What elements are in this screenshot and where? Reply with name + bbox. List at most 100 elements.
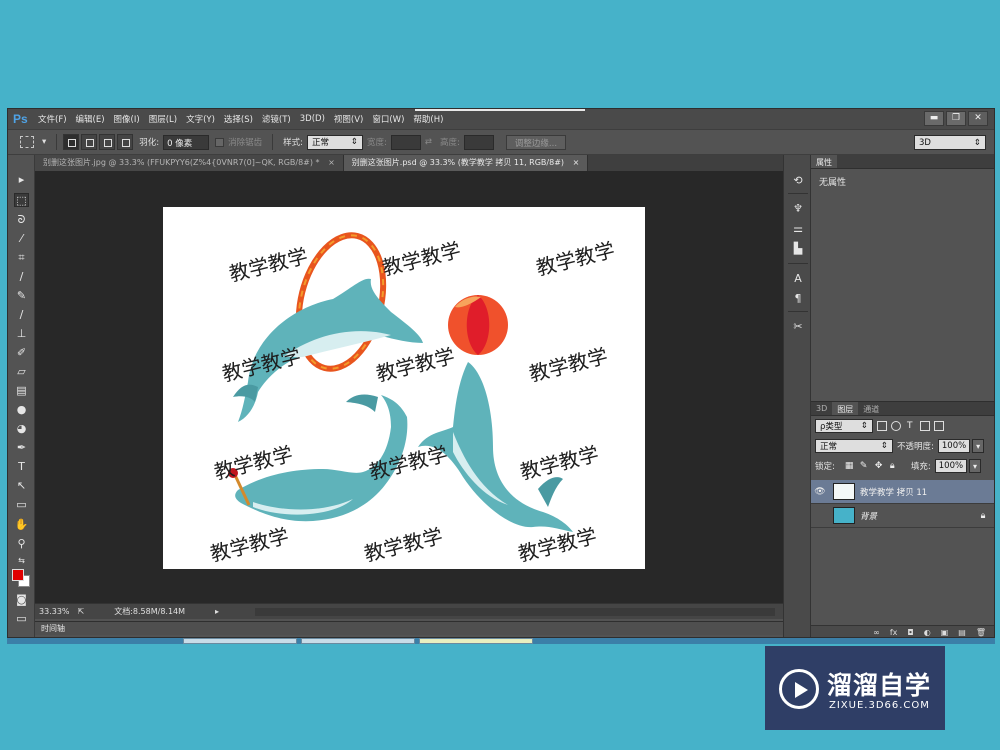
timeline-bar[interactable]: 时间轴 [35,621,783,635]
link-layers-icon[interactable]: ∞ [873,628,880,637]
brush-preset-icon[interactable]: ♆ [790,201,806,216]
menu-3d[interactable]: 3D(D) [300,114,325,124]
blur-tool-icon[interactable]: ● [14,403,29,417]
tab-layers[interactable]: 图层 [832,402,859,415]
intersect-selection-button[interactable] [117,134,134,150]
adjustments-icon[interactable]: ⚌ [790,221,806,236]
lock-transparent-icon[interactable]: ▦ [845,461,854,471]
foreground-color-swatch[interactable] [12,569,24,581]
minimize-button[interactable]: ▬ [924,111,944,126]
menu-select[interactable]: 选择(S) [224,113,253,125]
workspace-select[interactable]: 3D ⇕ [914,135,986,150]
paragraph-icon[interactable]: ¶ [790,291,806,306]
character-icon[interactable]: A [790,271,806,286]
document-canvas[interactable]: 教学教学 教学教学 教学教学 教学教学 教学教学 教学教学 教学教学 教学教学 … [163,207,645,569]
trash-icon[interactable]: 🗑 [976,628,986,637]
type-filter-icon[interactable]: T [907,421,916,431]
path-select-tool-icon[interactable]: ↖ [14,479,29,493]
doc-tab-psd[interactable]: 别删这张图片.psd @ 33.3% (教学教学 拷贝 11, RGB/8#) … [343,155,589,171]
add-mask-icon[interactable]: ◘ [907,628,913,637]
fill-input[interactable]: 100% [934,459,968,473]
zoom-tool-icon[interactable]: ⚲ [14,537,29,551]
swap-colors-icon[interactable]: ⇆ [14,554,29,568]
menu-image[interactable]: 图像(I) [114,113,140,125]
new-layer-icon[interactable]: ▤ [958,628,966,637]
marquee-tool-icon[interactable]: ⬚ [14,193,29,207]
zoom-level[interactable]: 33.33% [39,607,70,616]
lasso-tool-icon[interactable]: ᘐ [14,213,29,227]
hand-tool-icon[interactable]: ✋ [14,518,29,532]
adjustment-filter-icon[interactable] [891,421,901,431]
tab-close-icon[interactable]: × [573,158,580,167]
preset-chevron-down-icon[interactable]: ▾ [42,137,46,147]
clone-stamp-tool-icon[interactable]: ⊥ [14,327,29,341]
doc-info[interactable]: 文档:8.58M/8.14M [114,606,185,617]
quick-mask-icon[interactable]: ◙ [14,593,29,607]
subtract-selection-button[interactable] [99,134,116,150]
healing-brush-tool-icon[interactable]: ✎ [14,289,29,303]
history-brush-tool-icon[interactable]: ✐ [14,346,29,360]
crop-tool-icon[interactable]: ⌗ [14,251,29,265]
antialias-checkbox[interactable] [215,137,225,147]
screen-mode-icon[interactable]: ▭ [14,612,29,626]
pixel-filter-icon[interactable] [877,421,887,431]
fx-icon[interactable]: fx [890,628,898,637]
shape-filter-icon[interactable] [920,421,930,431]
dodge-tool-icon[interactable]: ◕ [14,422,29,436]
canvas-area[interactable]: 教学教学 教学教学 教学教学 教学教学 教学教学 教学教学 教学教学 教学教学 … [35,171,783,603]
height-input[interactable] [463,134,494,150]
taskbar-item[interactable] [183,638,297,644]
tab-properties[interactable]: 属性 [811,155,837,168]
tab-channels[interactable]: 通道 [858,402,884,415]
menu-view[interactable]: 视图(V) [334,113,363,125]
fill-chevron-down-icon[interactable]: ▾ [969,459,982,473]
swap-icon[interactable]: ⇄ [425,137,432,147]
eye-icon[interactable]: 👁︎ [811,487,829,497]
menu-window[interactable]: 窗口(W) [372,113,404,125]
type-tool-icon[interactable]: T [14,460,29,474]
history-icon[interactable]: ⟲ [790,173,806,188]
restore-button[interactable]: ❐ [946,111,966,126]
taskbar-item[interactable] [419,638,533,644]
brush-tool-icon[interactable]: ∕ [14,308,29,322]
gradient-tool-icon[interactable]: ▤ [14,384,29,398]
opacity-input[interactable]: 100% [937,439,971,453]
lock-image-icon[interactable]: ✎ [860,461,869,471]
layer-filter-select[interactable]: ρ类型 ⇕ [815,419,873,433]
width-input[interactable] [390,134,421,150]
doc-tab-jpg[interactable]: 别删这张图片.jpg @ 33.3% (FFUKPYY6(Z%4{0VNR7(0… [35,155,344,171]
layer-row-background[interactable]: 背景 🔒︎ [811,504,994,528]
horizontal-scrollbar[interactable] [255,608,775,616]
tab-3d[interactable]: 3D [811,402,832,415]
quick-select-tool-icon[interactable]: ⁄ [14,232,29,246]
lock-position-icon[interactable]: ✥ [875,461,884,471]
eraser-tool-icon[interactable]: ▱ [14,365,29,379]
move-tool-icon[interactable]: ▸ [14,173,29,187]
blend-mode-select[interactable]: 正常 ⇕ [815,439,893,453]
clone-source-icon[interactable]: ▙ [790,241,806,256]
menu-file[interactable]: 文件(F) [38,113,67,125]
shape-tool-icon[interactable]: ▭ [14,498,29,512]
layer-row-copy-11[interactable]: 👁︎ 教学教学 拷贝 11 [811,480,994,504]
taskbar-item[interactable] [301,638,415,644]
feather-input[interactable]: 0 像素 [163,134,210,150]
group-icon[interactable]: ▣ [941,628,949,637]
close-button[interactable]: ✕ [968,111,988,126]
menu-edit[interactable]: 编辑(E) [76,113,105,125]
style-select[interactable]: 正常 ⇕ [307,134,364,150]
export-icon[interactable]: ⇱ [78,607,85,616]
menu-layer[interactable]: 图层(L) [149,113,177,125]
status-menu-arrow-icon[interactable]: ▸ [215,607,219,616]
pen-tool-icon[interactable]: ✒ [14,441,29,455]
adjustment-layer-icon[interactable]: ◐ [924,628,931,637]
menu-filter[interactable]: 滤镜(T) [262,113,291,125]
lock-all-icon[interactable]: 🔒︎ [890,461,899,471]
opacity-chevron-down-icon[interactable]: ▾ [972,439,985,453]
refine-edge-button[interactable]: 调整边缘... [505,134,567,150]
smart-object-filter-icon[interactable] [934,421,944,431]
rect-marquee-preset-icon[interactable] [20,136,34,148]
menu-help[interactable]: 帮助(H) [413,113,443,125]
new-selection-button[interactable] [63,134,80,150]
tab-close-icon[interactable]: × [328,158,335,167]
eyedropper-tool-icon[interactable]: ∕ [14,270,29,284]
